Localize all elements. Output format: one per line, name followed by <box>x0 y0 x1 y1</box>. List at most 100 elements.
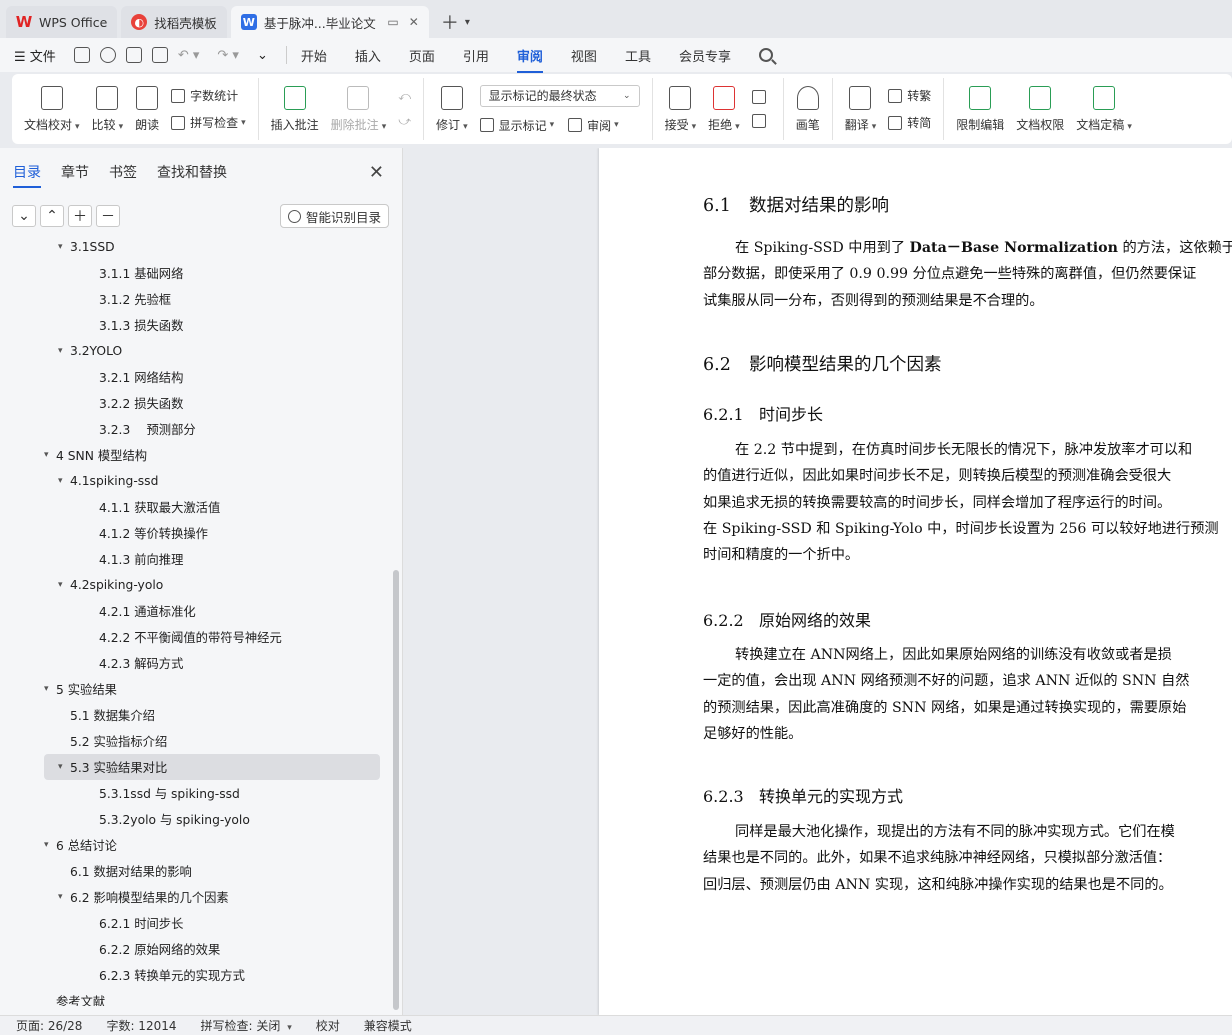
show-markup-button[interactable]: 显示标记 ▾ <box>479 117 554 134</box>
nav-tab-sections[interactable]: 章节 <box>61 162 89 182</box>
tab-member[interactable]: 会员专享 <box>679 46 731 65</box>
toc-item[interactable]: 4.2.1 通道标准化 <box>44 598 380 624</box>
tab-review[interactable]: 审阅 <box>516 46 543 73</box>
toc-item[interactable]: 3.1.3 损失函数 <box>44 312 380 338</box>
accept-button[interactable]: 接受 ▾ <box>665 85 696 133</box>
spell-check-button[interactable]: 拼写检查 ▾ <box>171 114 246 131</box>
read-aloud-button[interactable]: 朗读 <box>135 85 159 133</box>
toc-item[interactable]: ▾ 5.3 实验结果对比 <box>44 754 380 780</box>
collapse-arrow-icon[interactable]: ▾ <box>44 684 56 694</box>
toc-item[interactable]: 5.3.1ssd 与 spiking-ssd <box>44 780 380 806</box>
collapse-arrow-icon[interactable]: ▾ <box>58 242 70 252</box>
toc-item[interactable]: 6.2.2 原始网络的效果 <box>44 936 380 962</box>
collapse-arrow-icon[interactable]: ▾ <box>58 892 70 902</box>
doc-finalize-button[interactable]: 文档定稿 ▾ <box>1076 85 1132 133</box>
toc-item[interactable]: 4.1.2 等价转换操作 <box>44 520 380 546</box>
toc-item[interactable]: 4.2.2 不平衡阈值的带符号神经元 <box>44 624 380 650</box>
tab-insert[interactable]: 插入 <box>355 46 381 65</box>
toc-item[interactable]: 6.1 数据对结果的影响 <box>44 858 380 884</box>
tab-view[interactable]: 视图 <box>571 46 597 65</box>
toc-item[interactable]: 3.2.3 预测部分 <box>44 416 380 442</box>
collapse-arrow-icon[interactable]: ▾ <box>44 450 56 460</box>
add-heading-button[interactable]: ＋ <box>68 205 92 227</box>
tab-home[interactable]: 开始 <box>301 46 327 65</box>
markup-state-select[interactable]: 显示标记的最终状态 ⌄ <box>479 84 640 107</box>
word-count-button[interactable]: 字数统计 <box>171 87 246 104</box>
print-preview-icon[interactable] <box>151 47 168 63</box>
file-menu[interactable]: ☰ 文件 <box>14 46 56 65</box>
save-icon[interactable] <box>73 47 90 63</box>
nav-tab-find-replace[interactable]: 查找和替换 <box>157 162 227 182</box>
search-icon[interactable] <box>758 48 773 62</box>
toc-item[interactable]: ▾ 6 总结讨论 <box>44 832 380 858</box>
redo-icon[interactable]: ↷ ▾ <box>217 48 239 63</box>
pen-button[interactable]: 画笔 <box>796 85 820 133</box>
tab-document[interactable]: W 基于脉冲...毕业论文 ▭ ✕ <box>230 6 429 38</box>
insert-comment-button[interactable]: 插入批注 <box>271 85 319 133</box>
expand-down-button[interactable]: ⌄ <box>12 205 36 227</box>
collapse-arrow-icon[interactable]: ▾ <box>58 580 70 590</box>
spell-check-status[interactable]: 拼写检查: 关闭 ▾ <box>201 1017 292 1034</box>
close-icon[interactable]: ✕ <box>369 162 384 183</box>
toc-item[interactable]: 5.3.2yolo 与 spiking-yolo <box>44 806 380 832</box>
next-change-icon[interactable] <box>751 114 771 128</box>
tab-references[interactable]: 引用 <box>463 46 489 65</box>
nav-tab-toc[interactable]: 目录 <box>13 162 41 188</box>
toc-item[interactable]: 5.1 数据集介绍 <box>44 702 380 728</box>
toc-item[interactable]: 3.2.2 损失函数 <box>44 390 380 416</box>
toc-item[interactable]: ▾ 6.2 影响模型结果的几个因素 <box>44 884 380 910</box>
window-mode-icon[interactable]: ▭ <box>387 15 398 29</box>
toc-item[interactable]: 4.2.3 解码方式 <box>44 650 380 676</box>
more-chevron-icon[interactable]: ⌄ <box>257 48 268 63</box>
toc-item[interactable]: ▾ 5 实验结果 <box>44 676 380 702</box>
to-simplified-button[interactable]: 转简 <box>888 114 931 131</box>
to-traditional-button[interactable]: 转繁 <box>888 87 931 104</box>
close-tab-icon[interactable]: ✕ <box>409 15 419 29</box>
toc-item[interactable]: 3.1.1 基础网络 <box>44 260 380 286</box>
toc-item[interactable]: ▾ 4 SNN 模型结构 <box>44 442 380 468</box>
proofread-status[interactable]: 校对 <box>316 1017 340 1034</box>
tab-page[interactable]: 页面 <box>409 46 435 65</box>
toc-item[interactable]: ▾ 3.2YOLO <box>44 338 380 364</box>
nav-tab-bookmarks[interactable]: 书签 <box>109 162 137 182</box>
toc-item[interactable]: 6.2.3 转换单元的实现方式 <box>44 962 380 988</box>
toc-item[interactable]: 5.2 实验指标介绍 <box>44 728 380 754</box>
prev-comment-icon[interactable]: ⤺ <box>398 89 411 104</box>
tab-tools[interactable]: 工具 <box>625 46 651 65</box>
page-indicator[interactable]: 页面: 26/28 <box>16 1017 82 1034</box>
toc-item[interactable]: ▾ 3.1SSD <box>44 234 380 260</box>
compare-button[interactable]: 比较 ▾ <box>92 85 123 133</box>
delete-comment-button[interactable]: 删除批注 ▾ <box>331 85 386 133</box>
toc-scrollbar[interactable] <box>393 570 399 1010</box>
prev-change-icon[interactable] <box>751 90 771 104</box>
restrict-edit-button[interactable]: 限制编辑 <box>956 85 1004 133</box>
next-comment-icon[interactable]: ⤻ <box>398 114 411 129</box>
toc-item[interactable]: ▾ 4.2spiking-yolo <box>44 572 380 598</box>
doc-check-button[interactable]: 文档校对 ▾ <box>24 85 80 133</box>
toc-item[interactable]: ▾ 4.1spiking-ssd <box>44 468 380 494</box>
reject-button[interactable]: 拒绝 ▾ <box>708 85 740 133</box>
word-count-indicator[interactable]: 字数: 12014 <box>106 1017 176 1034</box>
smart-toc-button[interactable]: 智能识别目录 <box>279 204 389 228</box>
new-tab-button[interactable]: ＋ ▾ <box>433 6 478 38</box>
undo-icon[interactable]: ↶ ▾ <box>178 48 200 63</box>
translate-button[interactable]: 翻译 ▾ <box>845 85 876 133</box>
remove-heading-button[interactable]: － <box>96 205 120 227</box>
collapse-arrow-icon[interactable]: ▾ <box>44 840 56 850</box>
tab-daoke-templates[interactable]: ◐ 找稻壳模板 <box>121 6 227 38</box>
review-pane-button[interactable]: 审阅 ▾ <box>568 117 619 134</box>
collapse-up-button[interactable]: ⌃ <box>40 205 64 227</box>
output-icon[interactable] <box>99 47 116 63</box>
toc-item[interactable]: 参考文献 <box>44 988 380 1006</box>
track-changes-button[interactable]: 修订 ▾ <box>436 85 468 133</box>
toc-item[interactable]: 6.2.1 时间步长 <box>44 910 380 936</box>
print-icon[interactable] <box>125 47 142 63</box>
doc-permission-button[interactable]: 文档权限 <box>1016 85 1064 133</box>
collapse-arrow-icon[interactable]: ▾ <box>58 476 70 486</box>
toc-item[interactable]: 4.1.3 前向推理 <box>44 546 380 572</box>
document-page[interactable]: 6.1 数据对结果的影响 在 Spiking-SSD 中用到了 Data－Base… <box>599 148 1232 1015</box>
tab-wps-office[interactable]: W WPS Office <box>6 6 118 38</box>
toc-item[interactable]: 3.1.2 先验框 <box>44 286 380 312</box>
toc-item[interactable]: 4.1.1 获取最大激活值 <box>44 494 380 520</box>
collapse-arrow-icon[interactable]: ▾ <box>58 762 70 772</box>
